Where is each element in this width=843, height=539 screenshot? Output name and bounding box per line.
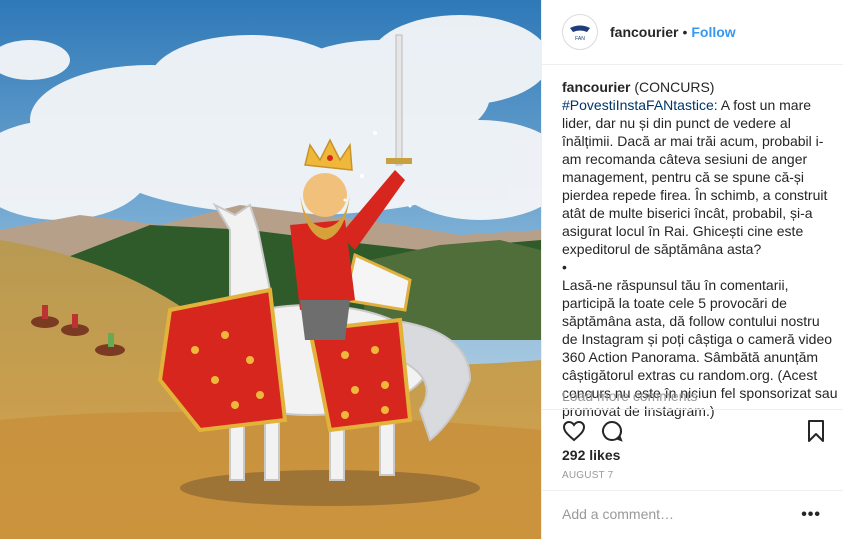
divider (542, 490, 843, 491)
caption-username[interactable]: fancourier (562, 79, 630, 95)
follow-button[interactable]: Follow (691, 24, 735, 40)
heart-icon[interactable] (562, 419, 586, 443)
fancourier-logo-icon: FAN (570, 25, 590, 42)
post-date: AUGUST 7 (562, 470, 614, 481)
more-options-button[interactable]: ••• (801, 506, 821, 524)
comment-icon[interactable] (600, 419, 624, 443)
caption-tag: (CONCURS) (634, 79, 715, 95)
post-sidebar: FAN fancourier • Follow fancourier (CONC… (541, 0, 843, 539)
post-image[interactable] (0, 0, 541, 539)
bookmark-icon[interactable] (805, 419, 827, 443)
header-username[interactable]: fancourier (610, 24, 678, 40)
caption-paragraph-1: : A fost un mare lider, dar nu și din pu… (562, 97, 828, 257)
post-actions (562, 417, 827, 445)
svg-text:FAN: FAN (575, 36, 585, 42)
load-more-comments-link[interactable]: Load more comments (562, 388, 697, 404)
post-illustration (0, 0, 541, 539)
likes-count[interactable]: 292 likes (562, 447, 620, 463)
caption-hashtag[interactable]: #PovestiInstaFANtastice (562, 97, 714, 113)
divider (542, 409, 843, 410)
post-header: FAN fancourier • Follow (542, 0, 843, 65)
add-comment-input[interactable]: Add a comment… (562, 506, 674, 522)
instagram-post: FAN fancourier • Follow fancourier (CONC… (0, 0, 843, 539)
separator-dot: • (682, 24, 688, 40)
post-caption: fancourier (CONCURS) #PovestiInstaFANtas… (562, 78, 838, 420)
avatar[interactable]: FAN (562, 14, 598, 50)
caption-bullet: • (562, 259, 567, 275)
